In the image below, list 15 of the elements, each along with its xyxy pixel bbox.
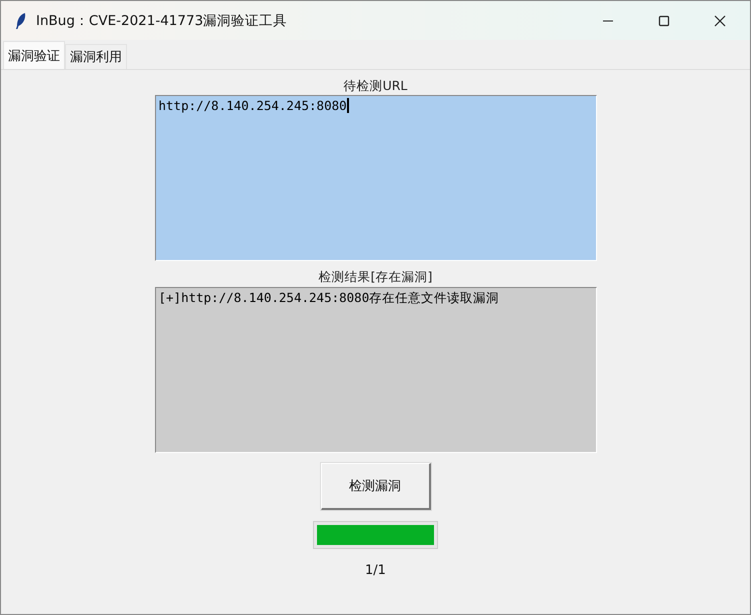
text-cursor (346, 98, 349, 113)
result-field[interactable]: [+]http://8.140.254.245:8080存在任意文件读取漏洞 (154, 287, 596, 453)
url-label: 待检测URL (344, 77, 408, 95)
result-label: 检测结果[存在漏洞] (318, 268, 432, 286)
tab[interactable]: 漏洞利用 (65, 44, 127, 69)
maximize-icon[interactable] (658, 14, 670, 26)
url-field[interactable]: http://8.140.254.245:8080 (154, 95, 596, 261)
close-icon[interactable] (714, 14, 726, 26)
check-button[interactable]: 检测漏洞 (320, 463, 430, 510)
tab[interactable]: 漏洞验证 (3, 41, 65, 69)
url-text: http://8.140.254.245:8080 (158, 98, 347, 113)
feather-icon (15, 12, 27, 30)
window-title: InBug：CVE-2021-41773漏洞验证工具 (36, 12, 288, 30)
progress-count: 1/1 (365, 563, 386, 578)
result-text: [+]http://8.140.254.245:8080存在任意文件读取漏洞 (158, 290, 500, 307)
